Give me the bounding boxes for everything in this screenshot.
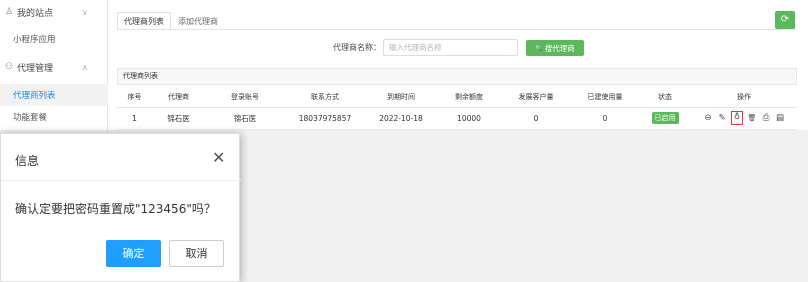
cell-account: 锦石医 [205, 107, 285, 130]
sidebar-item-mini-app[interactable]: 小程序应用 [0, 28, 108, 50]
view-icon[interactable]: ⊖ [703, 113, 713, 123]
print-icon[interactable]: ⎙ [761, 113, 771, 123]
tab-agent-list[interactable]: 代理商列表 [117, 12, 171, 30]
sidebar-item-label: 小程序应用 [13, 35, 56, 45]
column-header: 序号 [117, 87, 152, 108]
sidebar-item-agent-list[interactable]: 代理商列表 [0, 84, 108, 106]
tab-divider [117, 29, 797, 30]
delete-icon[interactable]: 🗑 [747, 114, 757, 122]
column-header: 状态 [639, 87, 691, 108]
search-label: 代理商名称： [333, 43, 381, 52]
cell-customers: 0 [501, 107, 571, 130]
column-header: 操作 [691, 87, 797, 108]
status-badge[interactable]: 已启用 [651, 112, 679, 124]
column-header: 到期时间 [365, 87, 437, 108]
chevron-up-icon: ∧ [82, 62, 88, 72]
table-row: 1 锦石医 锦石医 18037975857 2022-10-18 10000 0… [117, 107, 797, 130]
column-header: 登录账号 [205, 87, 285, 108]
confirm-dialog: 信息 ✕ 确认定要把密码重置成"123456"吗？ 确定 取消 [0, 133, 241, 282]
cell-operations: ⊖ ✎ ♁ 🗑 ⎙ ▤ [691, 107, 797, 130]
search-button[interactable]: 🔍 搜代理商 [526, 40, 584, 56]
panel-title: 代理商列表 [117, 68, 797, 85]
sidebar-item-packages[interactable]: 功能套餐 [0, 106, 108, 128]
agent-icon: ⚇ [5, 62, 14, 72]
column-header: 发展客户量 [501, 87, 571, 108]
search-input[interactable] [383, 39, 518, 56]
detail-icon[interactable]: ▤ [775, 113, 785, 123]
cell-contact: 18037975857 [285, 107, 365, 130]
cell-agent: 锦石医 [152, 107, 205, 130]
tab-bar: 代理商列表 添加代理商 [117, 12, 225, 30]
sidebar-group-agent[interactable]: ⚇ 代理管理 ∧ [0, 55, 108, 79]
confirm-button[interactable]: 确定 [106, 240, 161, 267]
cell-index: 1 [117, 107, 152, 130]
sidebar-group-label: 代理管理 [17, 63, 54, 74]
refresh-button[interactable]: ⟳ [775, 11, 795, 29]
search-button-label: 搜代理商 [544, 43, 575, 53]
cell-used: 0 [571, 107, 639, 130]
tab-add-agent[interactable]: 添加代理商 [171, 12, 225, 30]
dialog-divider [1, 180, 241, 181]
user-icon: ♙ [5, 7, 14, 17]
dialog-message: 确认定要把密码重置成"123456"吗？ [15, 202, 216, 216]
column-header: 代理商 [152, 87, 205, 108]
sidebar-item-label: 代理商列表 [13, 91, 56, 101]
close-icon[interactable]: ✕ [212, 148, 225, 167]
cell-expire: 2022-10-18 [365, 107, 437, 130]
sidebar-item-label: 功能套餐 [13, 113, 48, 123]
reset-password-icon[interactable]: ♁ [731, 111, 743, 125]
column-header: 剩余额度 [437, 87, 501, 108]
search-icon: 🔍 [535, 44, 543, 52]
agent-table: 序号 代理商 登录账号 联系方式 到期时间 剩余额度 发展客户量 已建使用量 状… [117, 87, 797, 130]
column-header: 联系方式 [285, 87, 365, 108]
column-header: 已建使用量 [571, 87, 639, 108]
sidebar-group-label: 我的站点 [17, 8, 54, 19]
dialog-title: 信息 [15, 154, 40, 168]
table-header-row: 序号 代理商 登录账号 联系方式 到期时间 剩余额度 发展客户量 已建使用量 状… [117, 87, 797, 108]
edit-icon[interactable]: ✎ [717, 113, 727, 123]
sidebar-group-my-site[interactable]: ♙ 我的站点 ∨ [0, 0, 108, 24]
cell-status: 已启用 [639, 107, 691, 130]
chevron-down-icon: ∨ [82, 7, 88, 17]
cell-remaining: 10000 [437, 107, 501, 130]
cancel-button[interactable]: 取消 [169, 240, 224, 267]
